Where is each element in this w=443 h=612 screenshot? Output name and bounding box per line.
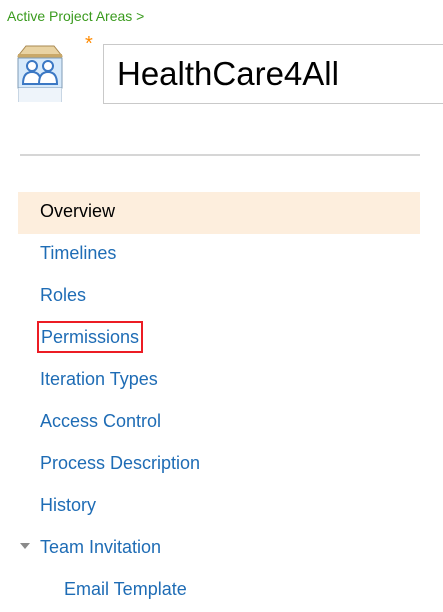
required-marker: *	[85, 33, 93, 55]
chevron-down-icon[interactable]	[20, 543, 30, 549]
nav-item-access-control[interactable]: Access Control	[18, 402, 420, 444]
nav-item-timelines[interactable]: Timelines	[18, 234, 420, 276]
nav-item-process-description[interactable]: Process Description	[18, 444, 420, 486]
nav-item-label: Permissions	[37, 321, 144, 353]
nav-item-label: Overview	[40, 201, 116, 221]
nav-item-label: Timelines	[40, 243, 117, 263]
nav-item-permissions[interactable]: Permissions	[18, 318, 420, 360]
nav-item-label: Iteration Types	[40, 369, 158, 389]
nav-item-label: Roles	[40, 285, 87, 305]
nav-item-team-invitation[interactable]: Team Invitation	[18, 528, 420, 570]
project-name-field[interactable]: HealthCare4All	[103, 44, 443, 104]
project-nav: Overview Timelines Roles Permissions Ite…	[18, 192, 420, 612]
nav-item-history[interactable]: History	[18, 486, 420, 528]
nav-item-label: Team Invitation	[40, 537, 162, 557]
nav-item-email-template[interactable]: Email Template	[18, 570, 420, 612]
breadcrumb[interactable]: Active Project Areas >	[7, 7, 144, 25]
nav-item-iteration-types[interactable]: Iteration Types	[18, 360, 420, 402]
team-area-icon	[12, 40, 68, 106]
nav-item-roles[interactable]: Roles	[18, 276, 420, 318]
nav-item-label: Email Template	[64, 579, 187, 599]
nav-item-label: History	[40, 495, 97, 515]
nav-item-overview[interactable]: Overview	[18, 192, 420, 234]
nav-item-label: Access Control	[40, 411, 162, 431]
nav-item-label: Process Description	[40, 453, 201, 473]
divider	[20, 154, 420, 156]
